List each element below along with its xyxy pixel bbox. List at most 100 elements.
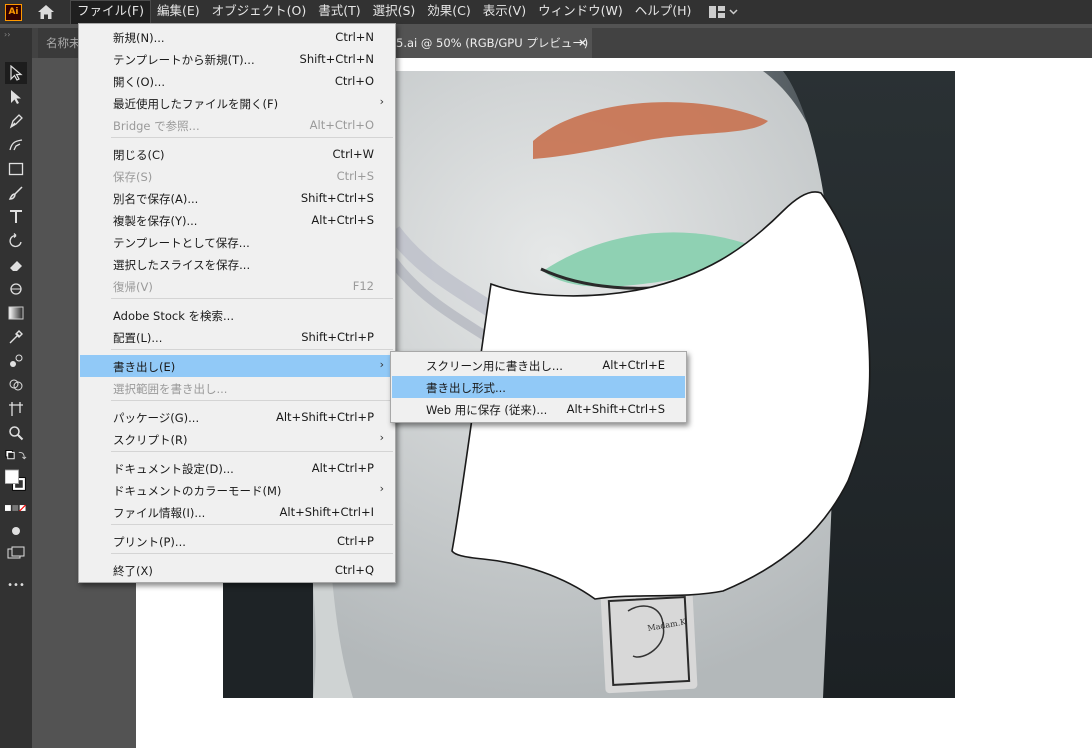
illustrator-logo-icon: Ai bbox=[5, 3, 22, 21]
swap-colors-icon[interactable] bbox=[5, 448, 27, 464]
menu-item-label: Bridge で参照... bbox=[113, 119, 200, 133]
menu-list: ファイル(F) 編集(E) オブジェクト(O) 書式(T) 選択(S) 効果(C) 表示(V… bbox=[70, 0, 697, 24]
draw-mode-icon[interactable] bbox=[5, 520, 27, 542]
file-menu-item[interactable]: 配置(L)... Shift+Ctrl+P bbox=[80, 326, 394, 348]
submenu-arrow-icon: › bbox=[379, 431, 384, 444]
file-menu-item[interactable]: Bridge で参照... Alt+Ctrl+O bbox=[80, 114, 394, 136]
workspace-switcher[interactable] bbox=[709, 6, 738, 18]
file-menu-item[interactable]: 別名で保存(A)... Shift+Ctrl+S bbox=[80, 187, 394, 209]
export-submenu-item[interactable]: 書き出し形式... bbox=[392, 376, 685, 398]
menubar-item[interactable]: 効果(C) bbox=[421, 0, 476, 24]
edit-toolbar-more-icon[interactable]: ••• bbox=[5, 574, 27, 596]
file-menu-item[interactable]: 終了(X) Ctrl+Q bbox=[80, 559, 394, 581]
submenu-arrow-icon: › bbox=[379, 358, 384, 371]
menubar-item[interactable]: ウィンドウ(W) bbox=[532, 0, 629, 24]
file-menu-item[interactable]: 選択範囲を書き出し... bbox=[80, 377, 394, 399]
rectangle-tool-icon[interactable] bbox=[5, 158, 27, 180]
chevron-down-icon bbox=[729, 9, 738, 15]
menu-item-label: 終了(X) bbox=[113, 564, 153, 578]
zoom-tool-icon[interactable] bbox=[5, 422, 27, 444]
menu-item-label: 復帰(V) bbox=[113, 280, 153, 294]
file-menu-item[interactable]: 最近使用したファイルを開く(F) › bbox=[80, 92, 394, 114]
tab-close-icon[interactable]: × bbox=[578, 28, 587, 58]
export-submenu-item[interactable]: スクリーン用に書き出し... Alt+Ctrl+E bbox=[392, 354, 685, 376]
panel-grip[interactable]: ›› bbox=[4, 30, 10, 39]
menu-item-label: 別名で保存(A)... bbox=[113, 192, 199, 206]
menu-separator bbox=[111, 553, 393, 554]
menu-item-shortcut: Ctrl+Q bbox=[334, 563, 374, 577]
file-menu-item[interactable]: 保存(S) Ctrl+S bbox=[80, 165, 394, 187]
export-submenu: スクリーン用に書き出し... Alt+Ctrl+E 書き出し形式... Web 用に保… bbox=[390, 351, 687, 423]
shape-builder-tool-icon[interactable] bbox=[5, 374, 27, 396]
gradient-tool-icon[interactable] bbox=[5, 302, 27, 324]
menu-separator bbox=[111, 137, 393, 138]
menubar-item[interactable]: 選択(S) bbox=[367, 0, 422, 24]
menubar-item[interactable]: 表示(V) bbox=[477, 0, 532, 24]
menubar-item[interactable]: オブジェクト(O) bbox=[206, 0, 313, 24]
menu-item-label: 配置(L)... bbox=[113, 331, 163, 345]
free-transform-tool-icon[interactable] bbox=[5, 278, 27, 300]
direct-selection-tool-icon[interactable] bbox=[5, 86, 27, 108]
blend-tool-icon[interactable] bbox=[5, 350, 27, 372]
menubar-item[interactable]: ファイル(F) bbox=[70, 0, 151, 24]
file-menu-item[interactable]: ドキュメント設定(D)... Alt+Ctrl+P bbox=[80, 457, 394, 479]
file-menu-item[interactable]: パッケージ(G)... Alt+Shift+Ctrl+P bbox=[80, 406, 394, 428]
file-menu-item[interactable]: 複製を保存(Y)... Alt+Ctrl+S bbox=[80, 209, 394, 231]
menu-item-shortcut: Alt+Ctrl+S bbox=[311, 213, 374, 227]
menubar-item[interactable]: 書式(T) bbox=[312, 0, 366, 24]
rotate-tool-icon[interactable] bbox=[5, 230, 27, 252]
menu-item-label: 選択したスライスを保存... bbox=[113, 258, 251, 272]
menu-item-shortcut: Alt+Shift+Ctrl+S bbox=[566, 402, 665, 416]
menu-item-shortcut: Ctrl+O bbox=[334, 74, 374, 88]
artboard-tool-icon[interactable] bbox=[5, 398, 27, 420]
menubar: Ai ファイル(F) 編集(E) オブジェクト(O) 書式(T) 選択(S) 効果(C) 表… bbox=[0, 0, 1092, 24]
export-submenu-item[interactable]: Web 用に保存 (従来)... Alt+Shift+Ctrl+S bbox=[392, 398, 685, 420]
menu-item-shortcut: F12 bbox=[352, 279, 374, 293]
file-menu-item[interactable]: 閉じる(C) Ctrl+W bbox=[80, 143, 394, 165]
file-menu-item[interactable]: 選択したスライスを保存... bbox=[80, 253, 394, 275]
paintbrush-tool-icon[interactable] bbox=[5, 182, 27, 204]
menu-item-shortcut: Alt+Ctrl+E bbox=[602, 358, 665, 372]
type-tool-icon[interactable] bbox=[5, 206, 27, 228]
menubar-item[interactable]: ヘルプ(H) bbox=[629, 0, 698, 24]
fill-stroke-swatch[interactable] bbox=[5, 468, 27, 494]
menu-separator bbox=[111, 524, 393, 525]
file-menu-item[interactable]: 新規(N)... Ctrl+N bbox=[80, 26, 394, 48]
eraser-tool-icon[interactable] bbox=[5, 254, 27, 276]
screen-mode-icon[interactable] bbox=[5, 542, 27, 564]
file-menu-item[interactable]: テンプレートとして保存... bbox=[80, 231, 394, 253]
menu-separator bbox=[111, 400, 393, 401]
file-menu-item[interactable]: 復帰(V) F12 bbox=[80, 275, 394, 297]
file-menu-item[interactable]: 書き出し(E) › bbox=[80, 355, 394, 377]
eyedropper-tool-icon[interactable] bbox=[5, 326, 27, 348]
menu-item-label: ファイル情報(I)... bbox=[113, 506, 206, 520]
menu-item-shortcut: Ctrl+P bbox=[336, 534, 374, 548]
file-menu-item[interactable]: ドキュメントのカラーモード(M) › bbox=[80, 479, 394, 501]
menu-item-shortcut: Ctrl+S bbox=[336, 169, 374, 183]
file-menu-item[interactable]: スクリプト(R) › bbox=[80, 428, 394, 450]
file-menu-item[interactable]: 開く(O)... Ctrl+O bbox=[80, 70, 394, 92]
tab-active-document[interactable]: 5.ai @ 50% (RGB/GPU プレビュー) bbox=[392, 28, 592, 58]
menu-item-label: 閉じる(C) bbox=[113, 148, 165, 162]
menubar-item[interactable]: 編集(E) bbox=[151, 0, 206, 24]
pen-tool-icon[interactable] bbox=[5, 110, 27, 132]
menu-separator bbox=[111, 451, 393, 452]
menu-item-label: テンプレートとして保存... bbox=[113, 236, 250, 250]
file-menu-item[interactable]: Adobe Stock を検索... bbox=[80, 304, 394, 326]
menu-item-label: 最近使用したファイルを開く(F) bbox=[113, 97, 279, 111]
color-mode-icons[interactable] bbox=[5, 502, 27, 514]
file-menu-dropdown: 新規(N)... Ctrl+N テンプレートから新規(T)... Shift+Ctrl… bbox=[78, 23, 396, 583]
selection-tool-icon[interactable] bbox=[5, 62, 27, 84]
file-menu-item[interactable]: ファイル情報(I)... Alt+Shift+Ctrl+I bbox=[80, 501, 394, 523]
menu-item-label: パッケージ(G)... bbox=[113, 411, 200, 425]
menu-item-label: プリント(P)... bbox=[113, 535, 186, 549]
menu-item-label: 書き出し(E) bbox=[113, 360, 176, 374]
file-menu-item[interactable]: プリント(P)... Ctrl+P bbox=[80, 530, 394, 552]
home-icon[interactable] bbox=[36, 2, 56, 22]
menu-item-shortcut: Ctrl+N bbox=[335, 30, 374, 44]
menu-item-label: スクリーン用に書き出し... bbox=[426, 359, 563, 373]
curvature-tool-icon[interactable] bbox=[5, 134, 27, 156]
file-menu-item[interactable]: テンプレートから新規(T)... Shift+Ctrl+N bbox=[80, 48, 394, 70]
menu-item-label: スクリプト(R) bbox=[113, 433, 188, 447]
menu-item-shortcut: Shift+Ctrl+S bbox=[300, 191, 374, 205]
